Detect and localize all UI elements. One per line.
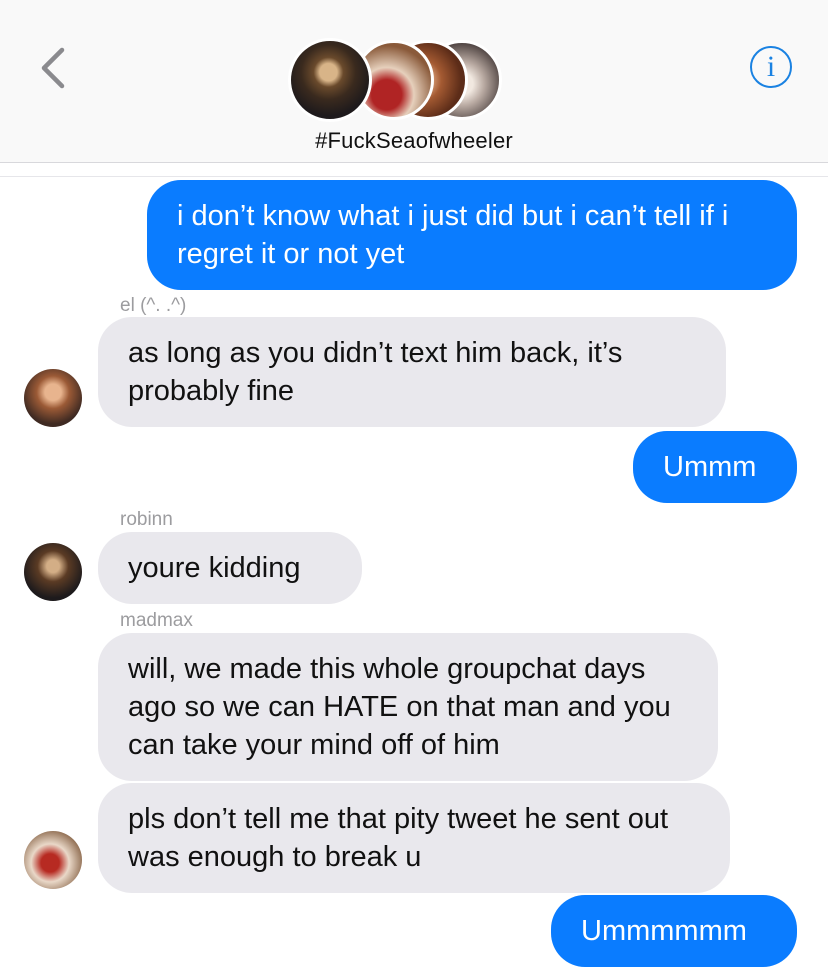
message-text: as long as you didn’t text him back, it’… [128, 337, 623, 407]
header-divider [0, 176, 828, 177]
sender-name: robinn [120, 509, 173, 530]
message-text: Ummmmmm [581, 915, 747, 947]
info-button[interactable]: i [750, 46, 792, 88]
group-member-avatar [288, 38, 372, 122]
incoming-message-bubble[interactable]: youre kidding [98, 532, 362, 604]
message-text: will, we made this whole groupchat days … [128, 653, 671, 761]
chevron-left-icon [41, 47, 65, 89]
incoming-message-bubble[interactable]: as long as you didn’t text him back, it’… [98, 317, 726, 427]
avatar[interactable] [24, 831, 82, 889]
group-avatars[interactable] [288, 38, 502, 122]
avatar[interactable] [24, 543, 82, 601]
message-text: youre kidding [128, 552, 301, 584]
sender-name: el (^. .^) [120, 295, 187, 316]
group-name[interactable]: #FuckSeaofwheeler [0, 128, 828, 154]
avatar[interactable] [24, 369, 82, 427]
message-text: pls don’t tell me that pity tweet he sen… [128, 803, 669, 873]
conversation-header: i #FuckSeaofwheeler [0, 0, 828, 162]
outgoing-message-bubble[interactable]: Ummmmmm [551, 895, 797, 967]
sender-name: madmax [120, 610, 193, 631]
info-icon: i [766, 50, 776, 83]
message-text: Ummm [663, 451, 757, 483]
incoming-message-bubble[interactable]: will, we made this whole groupchat days … [98, 633, 718, 781]
outgoing-message-bubble[interactable]: Ummm [633, 431, 797, 503]
message-text: i don’t know what i just did but i can’t… [177, 200, 729, 270]
header-divider [0, 162, 828, 163]
back-button[interactable] [34, 44, 74, 92]
incoming-message-bubble[interactable]: pls don’t tell me that pity tweet he sen… [98, 783, 730, 893]
outgoing-message-bubble[interactable]: i don’t know what i just did but i can’t… [147, 180, 797, 290]
